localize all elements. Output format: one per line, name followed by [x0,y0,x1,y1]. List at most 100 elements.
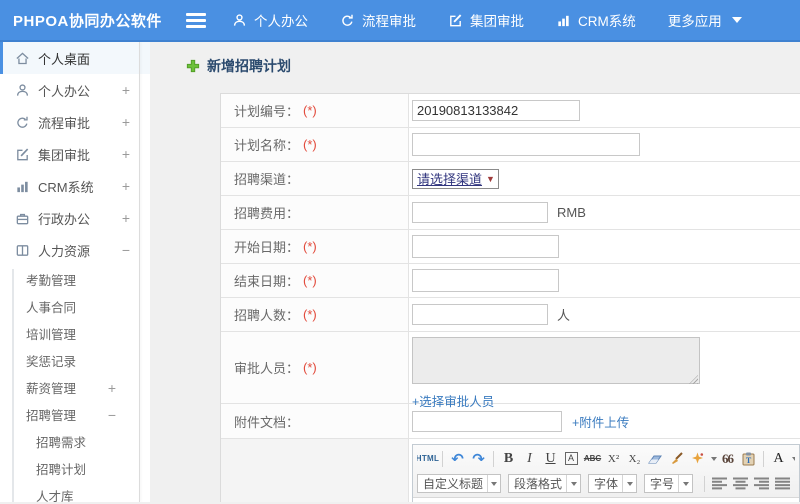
person-icon [15,83,30,98]
person-icon [232,13,247,28]
underline-button[interactable]: U [542,449,559,468]
field-label: 开始日期： [234,240,300,255]
nav-more-apps[interactable]: 更多应用 [668,10,742,30]
align-justify-icon[interactable] [774,474,791,493]
nav-label: 个人办公 [254,14,308,29]
form-row-plan-no: 计划编号： (*) [221,94,800,128]
nav-group-approval[interactable]: 集团审批 [448,10,524,30]
edit-icon [15,147,30,162]
format-brush-icon[interactable] [668,449,685,468]
sidebar-item-label: 培训管理 [26,328,77,342]
superscript-button[interactable]: X² [605,449,622,468]
sidebar-item-label: 招聘需求 [36,436,87,450]
bold-button[interactable]: B [500,449,517,468]
font-family-dropdown[interactable]: 字体 [588,474,638,493]
form-row-plan-name: 计划名称： (*) [221,128,800,162]
subscript-button[interactable]: X₂ [626,449,643,468]
sidebar-item-recruit-demand[interactable]: 招聘需求 [0,428,150,455]
form-row-start-date: 开始日期： (*) [221,230,800,264]
sidebar-item-crm-system[interactable]: CRM系统 + [0,170,150,202]
nav-workflow-approval[interactable]: 流程审批 [340,10,416,30]
color-wand-icon[interactable] [689,449,706,468]
flow-icon [340,13,355,28]
sidebar-item-personal-office[interactable]: 个人办公 + [0,74,150,106]
caret-down-icon: ▼ [486,173,495,184]
flow-icon [15,115,30,130]
caret-down-icon[interactable] [711,456,717,461]
sidebar-item-label: CRM系统 [38,179,94,195]
plan-name-input[interactable] [412,133,640,156]
required-mark: (*) [303,137,317,152]
field-label: 结束日期： [234,274,300,289]
expand-toggle[interactable]: + [122,114,130,130]
approvers-textarea-wrap [412,337,700,387]
sidebar-item-human-resources[interactable]: 人力资源 − [0,234,150,266]
attachment-input[interactable] [412,410,562,432]
home-icon [15,51,30,66]
paste-icon[interactable]: T [740,449,757,468]
eraser-icon[interactable] [647,449,664,468]
sidebar-item-workflow-approval[interactable]: 流程审批 + [0,106,150,138]
caret-down-icon [678,475,692,492]
sidebar-item-talent-pool[interactable]: 人才库 [0,482,150,502]
dropdown-value: 段落格式 [514,477,563,491]
sidebar-item-label: 奖惩记录 [26,355,77,369]
sidebar-item-recruit-plan[interactable]: 招聘计划 [0,455,150,482]
cost-input[interactable] [412,202,548,223]
align-right-icon[interactable] [753,474,770,493]
start-date-input[interactable] [412,235,559,258]
unit-suffix: 人 [557,308,571,323]
expand-toggle[interactable]: + [122,210,130,226]
sidebar-item-personal-desktop[interactable]: 个人桌面 [0,42,150,74]
caret-down-icon[interactable] [792,456,795,461]
paragraph-format-dropdown[interactable]: 段落格式 [508,474,582,493]
redo-button[interactable]: ↷ [470,449,487,468]
align-center-icon[interactable] [732,474,749,493]
form-row-attachment: 附件文档： +附件上传 [221,404,800,439]
expand-toggle[interactable]: + [108,380,116,396]
attachment-upload-link[interactable]: +附件上传 [572,412,629,431]
strikethrough-button[interactable]: ABC [584,449,601,468]
sidebar-item-label: 人力资源 [38,243,91,259]
expand-toggle[interactable]: + [122,178,130,194]
sidebar-item-label: 个人办公 [38,83,91,99]
align-left-icon[interactable] [711,474,728,493]
sidebar-item-attendance-mgmt[interactable]: 考勤管理 [0,266,150,293]
channel-select[interactable]: 请选择渠道 ▼ [412,168,499,189]
expand-toggle[interactable]: + [122,146,130,162]
sidebar-item-hr-contract[interactable]: 人事合同 [0,293,150,320]
headcount-input[interactable] [412,304,548,325]
field-label: 附件文档： [234,414,300,430]
plan-no-input[interactable] [412,100,580,121]
expand-toggle[interactable]: + [122,82,130,98]
undo-button[interactable]: ↶ [449,449,466,468]
field-label: 计划名称： [234,138,300,153]
char-border-button[interactable]: A [565,452,578,465]
expand-toggle[interactable]: − [108,407,116,423]
nav-label: 更多应用 [667,14,722,29]
font-color-button[interactable]: A [770,449,787,468]
sidebar-item-salary-mgmt[interactable]: 薪资管理 + [0,374,150,401]
end-date-input[interactable] [412,269,559,292]
nav-label: 集团审批 [470,14,524,29]
required-mark: (*) [303,360,317,375]
font-size-dropdown[interactable]: 字号 [644,474,694,493]
hamburger-menu-icon[interactable] [186,12,206,28]
sidebar-item-training-mgmt[interactable]: 培训管理 [0,320,150,347]
sidebar-item-admin-office[interactable]: 行政办公 + [0,202,150,234]
nav-crm-system[interactable]: CRM系统 [556,10,636,30]
sidebar-item-reward-punishment[interactable]: 奖惩记录 [0,347,150,374]
sidebar-item-group-approval[interactable]: 集团审批 + [0,138,150,170]
field-label-cell: 招聘人数： (*) [221,298,409,331]
italic-button[interactable]: I [521,449,538,468]
sidebar-item-label: 招聘管理 [26,409,77,423]
approvers-textarea[interactable] [412,337,700,384]
blockquote-button[interactable]: 66 [719,449,736,468]
custom-heading-dropdown[interactable]: 自定义标题 [417,474,501,493]
nav-label: CRM系统 [578,14,636,29]
html-source-button[interactable]: HTML [417,449,439,468]
editor-content-area[interactable] [413,498,799,502]
expand-toggle[interactable]: − [122,242,130,258]
nav-personal-office[interactable]: 个人办公 [232,10,308,30]
sidebar-item-recruit-mgmt[interactable]: 招聘管理 − [0,401,150,428]
